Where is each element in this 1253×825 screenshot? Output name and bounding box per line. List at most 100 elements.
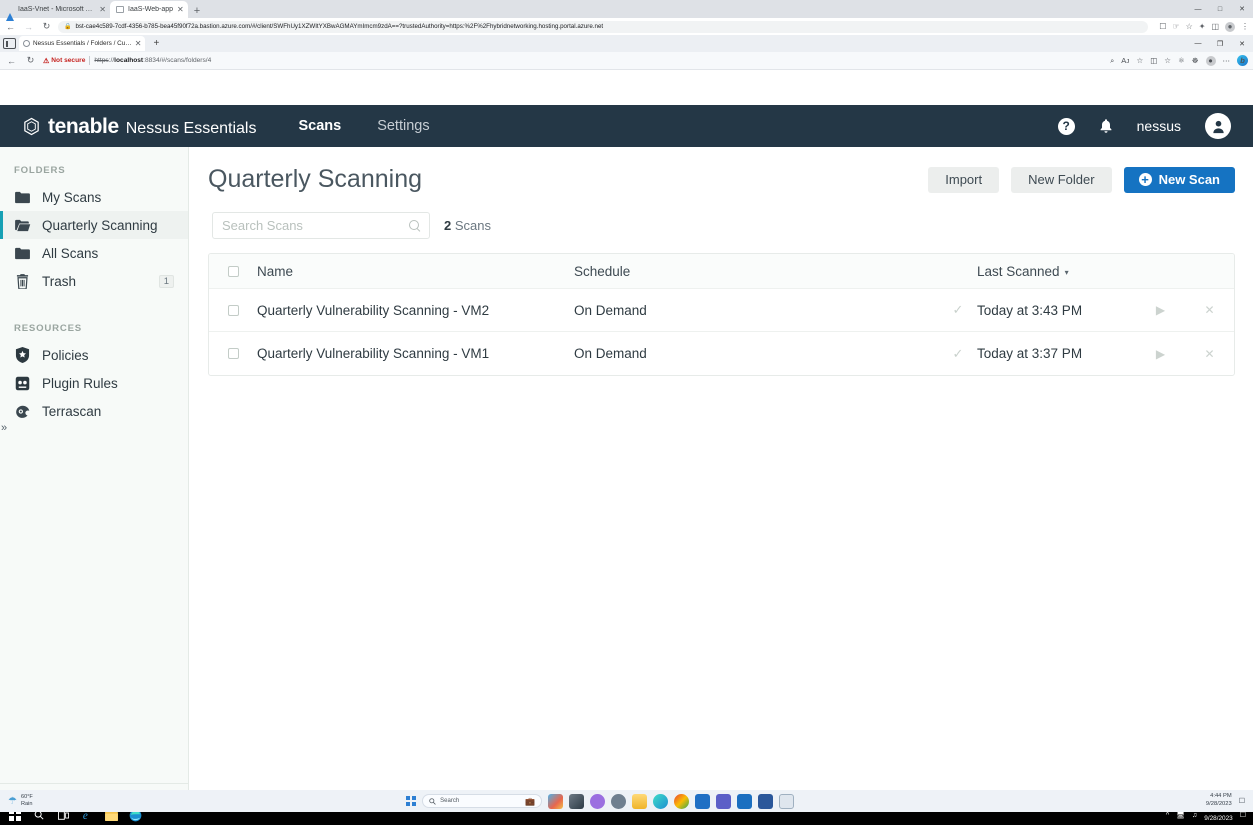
chrome-tab-webapp[interactable]: IaaS-Web-app ✕ <box>110 1 188 18</box>
copilot-icon[interactable]: ☸ <box>1192 56 1199 65</box>
widgets-icon[interactable] <box>548 793 564 809</box>
address-bar[interactable]: ⚠ Not secure https://localhost:8834/#/sc… <box>43 56 1104 65</box>
side-panel-icon[interactable]: ◫ <box>1211 22 1219 31</box>
extensions-puzzle-icon[interactable]: ✦ <box>1199 22 1206 31</box>
table-row[interactable]: Quarterly Vulnerability Scanning - VM2 O… <box>209 289 1234 332</box>
outlook-icon[interactable] <box>695 793 711 809</box>
close-window-button[interactable]: ✕ <box>1231 0 1253 18</box>
host-system-tray: 4:44 PM 9/28/2023 ☐ <box>1206 793 1253 809</box>
snipping-tool-icon[interactable] <box>590 793 606 809</box>
weather-widget[interactable]: ☂ 60°F Rain <box>0 794 200 809</box>
settings-more-icon[interactable]: ⋯ <box>1223 56 1231 65</box>
show-hidden-icons-chevron[interactable]: ^ <box>1166 812 1169 819</box>
import-button[interactable]: Import <box>928 166 1000 193</box>
search-icon[interactable] <box>409 220 420 231</box>
notification-bell-icon[interactable]: ☐ <box>1239 797 1245 805</box>
notifications-icon[interactable]: ☐ <box>1240 811 1246 819</box>
chrome-tab-azure[interactable]: IaaS-Vnet - Microsoft Azure ✕ <box>0 1 110 21</box>
network-icon[interactable]: 🖥 <box>1176 811 1185 819</box>
minimize-button[interactable]: — <box>1187 35 1209 52</box>
close-icon[interactable]: ✕ <box>99 5 106 14</box>
kebab-menu-icon[interactable]: ⋮ <box>1241 22 1249 31</box>
zoom-icon[interactable]: ⌕ <box>1110 56 1114 66</box>
not-secure-badge[interactable]: ⚠ Not secure <box>43 57 85 65</box>
bing-icon[interactable]: b <box>1237 55 1248 66</box>
expand-panel-chevron-icon[interactable]: » <box>1 422 7 434</box>
sidebar-item-trash[interactable]: Trash 1 <box>0 267 188 295</box>
chrome-icon[interactable] <box>674 793 690 809</box>
new-tab-button[interactable]: + <box>148 38 164 49</box>
read-aloud-icon[interactable]: Aᴊ <box>1121 56 1129 65</box>
favorite-star-icon[interactable]: ☆ <box>1136 56 1143 65</box>
profile-avatar-icon[interactable]: ● <box>1225 21 1235 32</box>
help-icon[interactable]: ? <box>1057 117 1075 135</box>
page-title: Quarterly Scanning <box>208 165 423 193</box>
row-checkbox[interactable] <box>227 348 239 359</box>
trash-count-badge: 1 <box>158 274 174 288</box>
select-all-checkbox[interactable] <box>227 265 239 277</box>
scan-name[interactable]: Quarterly Vulnerability Scanning - VM2 <box>257 303 574 318</box>
reload-icon[interactable]: ↻ <box>24 55 37 66</box>
sidebar-item-terrascan[interactable]: Terrascan <box>0 397 188 425</box>
scan-name[interactable]: Quarterly Vulnerability Scanning - VM1 <box>257 346 574 361</box>
collections-icon[interactable]: ☆ <box>1164 56 1171 65</box>
store-icon[interactable] <box>737 793 753 809</box>
edge-tab-nessus[interactable]: Nessus Essentials / Folders / Cu… ✕ <box>19 36 146 51</box>
search-input[interactable] <box>222 218 409 233</box>
forward-icon[interactable]: → <box>22 22 35 32</box>
cast-icon[interactable]: ☐ <box>1159 22 1166 31</box>
file-explorer-icon[interactable] <box>632 793 648 809</box>
split-screen-icon[interactable]: ◫ <box>1150 56 1157 65</box>
delete-scan-icon[interactable]: ✕ <box>1185 347 1234 361</box>
volume-icon[interactable]: ♫ <box>1192 812 1197 819</box>
taskbar-search-placeholder: Search <box>440 798 460 804</box>
new-scan-button[interactable]: + New Scan <box>1123 166 1235 193</box>
briefcase-icon[interactable]: 💼 <box>525 797 535 806</box>
table-row[interactable]: Quarterly Vulnerability Scanning - VM1 O… <box>209 332 1234 375</box>
tab-settings[interactable]: Settings <box>377 118 429 134</box>
sidebar-item-policies[interactable]: Policies <box>0 341 188 369</box>
bell-icon[interactable] <box>1099 118 1113 134</box>
maximize-button[interactable]: ❐ <box>1209 35 1231 52</box>
tab-scans[interactable]: Scans <box>298 118 341 134</box>
sidebar-item-my-scans[interactable]: My Scans <box>0 183 188 211</box>
sidebar-item-plugin-rules[interactable]: Plugin Rules <box>0 369 188 397</box>
settings-icon[interactable] <box>611 793 627 809</box>
search-scans-box[interactable] <box>212 212 430 239</box>
teams-chat-icon[interactable] <box>569 793 585 809</box>
close-window-button[interactable]: ✕ <box>1231 35 1253 52</box>
column-header-last-scanned[interactable]: Last Scanned ▾ <box>977 264 1136 279</box>
back-icon[interactable]: ← <box>4 22 17 32</box>
column-header-schedule[interactable]: Schedule <box>574 264 939 279</box>
column-header-name[interactable]: Name <box>257 264 574 279</box>
close-icon[interactable]: ✕ <box>135 39 142 48</box>
brand-logo[interactable]: tenable Nessus Essentials <box>22 114 256 139</box>
browser-essentials-icon[interactable]: ⚛ <box>1178 56 1185 65</box>
address-bar[interactable]: 🔒 bst-cae4c589-7cdf-4356-b785-bea45f90f7… <box>58 20 1149 33</box>
new-tab-button[interactable]: + <box>188 6 206 18</box>
sidebar-item-all-scans[interactable]: All Scans <box>0 239 188 267</box>
share-icon[interactable]: ☞ <box>1172 22 1179 31</box>
sidebar-item-quarterly-scanning[interactable]: Quarterly Scanning <box>0 211 188 239</box>
bookmark-star-icon[interactable]: ☆ <box>1186 22 1193 31</box>
tab-actions-icon[interactable] <box>3 38 16 49</box>
new-folder-button[interactable]: New Folder <box>1011 166 1112 193</box>
delete-scan-icon[interactable]: ✕ <box>1185 303 1234 317</box>
word-icon[interactable] <box>758 793 774 809</box>
launch-scan-icon[interactable]: ▶ <box>1136 303 1185 317</box>
reload-icon[interactable]: ↻ <box>40 21 53 32</box>
row-checkbox[interactable] <box>227 304 239 316</box>
edge-icon[interactable] <box>653 793 669 809</box>
launch-scan-icon[interactable]: ▶ <box>1136 347 1185 361</box>
teams-icon[interactable] <box>716 793 732 809</box>
windows-11-start-icon[interactable] <box>405 795 417 807</box>
minimize-button[interactable]: — <box>1187 0 1209 18</box>
taskbar-search-box[interactable]: Search 💼 <box>422 794 543 808</box>
remote-desktop-icon[interactable] <box>779 793 795 809</box>
avatar[interactable] <box>1205 113 1231 139</box>
maximize-button[interactable]: □ <box>1209 0 1231 18</box>
back-icon[interactable]: ← <box>5 56 18 66</box>
profile-icon[interactable]: ● <box>1205 55 1216 66</box>
close-icon[interactable]: ✕ <box>177 5 184 14</box>
host-clock[interactable]: 4:44 PM 9/28/2023 <box>1206 793 1232 809</box>
